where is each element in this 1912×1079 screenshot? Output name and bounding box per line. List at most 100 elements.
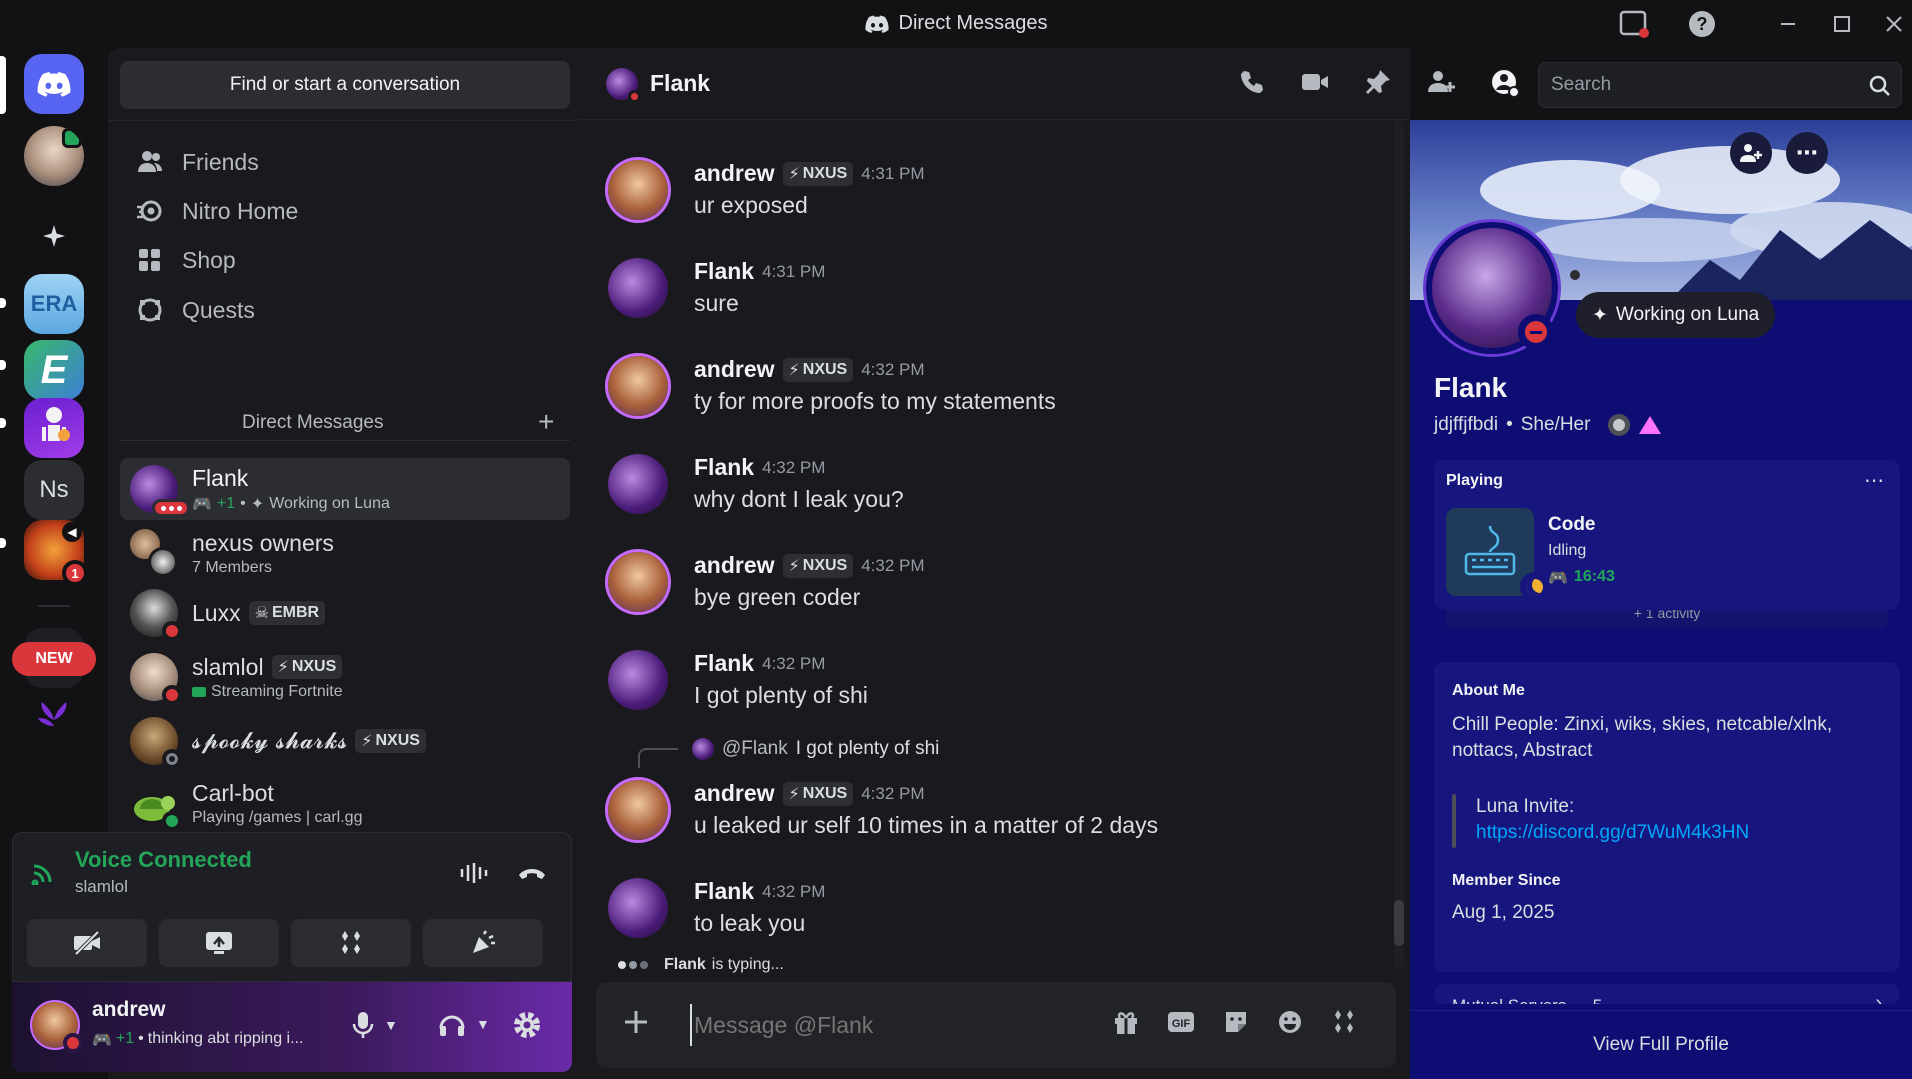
activities-button[interactable] bbox=[291, 919, 411, 967]
message-author[interactable]: Flank bbox=[694, 258, 754, 285]
search-box[interactable]: Search bbox=[1538, 62, 1902, 108]
message-author[interactable]: andrew bbox=[694, 552, 775, 579]
gift-icon[interactable] bbox=[1112, 1008, 1140, 1036]
server-fire[interactable]: ◀ 1 bbox=[24, 520, 88, 586]
emoji-icon[interactable] bbox=[1276, 1008, 1304, 1036]
sparkle-button[interactable] bbox=[24, 206, 84, 266]
dm-item-spooky-sharks[interactable]: 𝓼𝓹𝓸𝓸𝓴𝔂 𝓼𝓱𝓪𝓻𝓴𝓼 ⚡ NXUS bbox=[120, 710, 570, 772]
message-author[interactable]: Flank bbox=[694, 650, 754, 677]
attach-button[interactable] bbox=[622, 1008, 650, 1036]
dnd-status-icon bbox=[162, 621, 182, 641]
apps-icon[interactable] bbox=[1330, 1008, 1358, 1036]
message-author[interactable]: andrew bbox=[694, 356, 775, 383]
screen-share-button[interactable] bbox=[159, 919, 279, 967]
close-icon[interactable] bbox=[1876, 8, 1912, 40]
gif-icon[interactable]: GIF bbox=[1166, 1008, 1196, 1036]
home-button[interactable] bbox=[24, 54, 84, 114]
user-avatar[interactable] bbox=[30, 1000, 83, 1053]
reply-preview[interactable]: @Flank I got plenty of shi bbox=[692, 738, 939, 760]
message-avatar[interactable] bbox=[608, 454, 668, 514]
add-friend-to-dm-icon[interactable] bbox=[1426, 68, 1456, 98]
dm-name: Luxx bbox=[192, 599, 241, 626]
noise-suppression-icon[interactable] bbox=[459, 861, 491, 885]
inbox-icon[interactable] bbox=[1616, 8, 1652, 40]
voice-call-icon[interactable] bbox=[1238, 68, 1266, 98]
server-e[interactable]: E bbox=[24, 340, 84, 400]
server-era[interactable]: ERA bbox=[24, 274, 84, 334]
dm-subtext: Playing /games | carl.gg bbox=[192, 808, 363, 826]
message-avatar[interactable] bbox=[608, 650, 668, 710]
headphones-button[interactable]: ▼ bbox=[438, 1010, 490, 1038]
clan-tag: ⚡ NXUS bbox=[782, 553, 854, 578]
keyboard-icon bbox=[1464, 525, 1516, 576]
clan-tag: ⚡ NXUS bbox=[355, 729, 426, 753]
view-full-profile-button[interactable]: View Full Profile bbox=[1410, 1010, 1912, 1079]
controller-icon: 🎮 bbox=[192, 495, 212, 513]
nav-shop[interactable]: Shop bbox=[120, 234, 570, 286]
mic-button[interactable]: ▼ bbox=[352, 1010, 398, 1040]
message-input[interactable] bbox=[690, 1004, 1090, 1046]
more-options-icon[interactable]: ⋯ bbox=[1786, 132, 1828, 174]
active-pill bbox=[0, 56, 6, 114]
user-profile-icon[interactable] bbox=[1490, 68, 1520, 98]
nav-label: Friends bbox=[182, 148, 259, 175]
camera-off-button[interactable] bbox=[27, 919, 147, 967]
chevron-down-icon[interactable]: ▼ bbox=[476, 1016, 490, 1032]
message-author[interactable]: andrew bbox=[694, 160, 775, 187]
maximize-icon[interactable] bbox=[1824, 8, 1860, 40]
message-author[interactable]: Flank bbox=[694, 878, 754, 905]
activity-count: +1 bbox=[216, 494, 236, 512]
create-dm-icon[interactable]: + bbox=[538, 406, 554, 438]
server-skeleton[interactable] bbox=[24, 398, 84, 458]
minimize-icon[interactable] bbox=[1770, 8, 1806, 40]
add-friend-button[interactable] bbox=[1730, 132, 1772, 174]
dm-item-slamlol[interactable]: slamlol ⚡ NXUS Streaming Fortnite bbox=[120, 646, 570, 708]
video-call-icon[interactable] bbox=[1300, 68, 1330, 98]
discord-logo-icon bbox=[864, 15, 889, 33]
composer-toolbar: GIF bbox=[1112, 1008, 1358, 1036]
chevron-down-icon[interactable]: ▼ bbox=[384, 1017, 398, 1033]
scrollbar-track[interactable] bbox=[1394, 120, 1404, 970]
message-avatar[interactable] bbox=[608, 160, 668, 220]
profile-avatar[interactable] bbox=[1426, 222, 1558, 354]
nav-quests[interactable]: Quests bbox=[120, 284, 570, 336]
soundboard-button[interactable] bbox=[423, 919, 543, 967]
quote-bar bbox=[1452, 794, 1456, 848]
dm-item-nexus-owners[interactable]: nexus owners 7 Members bbox=[120, 522, 570, 584]
message-author[interactable]: andrew bbox=[694, 780, 775, 807]
dm-avatar-anime[interactable] bbox=[24, 126, 84, 186]
message-avatar[interactable] bbox=[608, 780, 668, 840]
nav-nitro-home[interactable]: Nitro Home bbox=[120, 185, 570, 237]
unread-pill bbox=[0, 538, 6, 548]
settings-button[interactable] bbox=[512, 1010, 542, 1040]
recipient-name[interactable]: Flank bbox=[650, 70, 710, 97]
dm-item-flank[interactable]: Flank 🎮 +1 • ✦ Working on Luna bbox=[120, 458, 570, 520]
nav-friends[interactable]: Friends bbox=[120, 136, 570, 188]
server-plant[interactable] bbox=[24, 692, 84, 752]
mutual-servers-row[interactable]: Mutual Servers — 5 › bbox=[1434, 984, 1900, 1004]
disconnect-icon[interactable] bbox=[517, 863, 547, 883]
invite-link[interactable]: https://discord.gg/d7WuM4k3HN bbox=[1476, 822, 1749, 844]
dm-item-carl-bot[interactable]: Carl-bot Playing /games | carl.gg bbox=[120, 772, 570, 834]
sticker-icon[interactable] bbox=[1222, 1008, 1250, 1036]
chat-area: Flank andrew ⚡ NXUS 4:31 PM ur exposed Flan… bbox=[578, 48, 1520, 1079]
more-activity-button[interactable]: + 1 activity bbox=[1446, 610, 1888, 628]
message-avatar[interactable] bbox=[608, 878, 668, 938]
help-icon[interactable]: ? bbox=[1684, 8, 1720, 40]
window-title-text: Direct Messages bbox=[898, 12, 1048, 34]
message-avatar[interactable] bbox=[608, 258, 668, 318]
dm-name: nexus owners bbox=[192, 529, 334, 556]
reply-mention: @Flank bbox=[722, 738, 788, 759]
activity-more-icon[interactable]: ⋯ bbox=[1864, 468, 1884, 493]
about-text: Chill People: Zinxi, wiks, skies, netcab… bbox=[1452, 714, 1833, 761]
message-avatar[interactable] bbox=[608, 552, 668, 612]
message-avatar[interactable] bbox=[608, 356, 668, 416]
find-conversation-button[interactable]: Find or start a conversation bbox=[120, 61, 570, 109]
dm-item-luxx[interactable]: Luxx ☠ EMBR bbox=[120, 582, 570, 644]
voice-channel[interactable]: slamlol bbox=[75, 877, 128, 897]
pin-icon[interactable] bbox=[1364, 68, 1392, 98]
message-author[interactable]: Flank bbox=[694, 454, 754, 481]
server-ns[interactable]: Ns bbox=[24, 460, 84, 520]
new-badge[interactable]: NEW bbox=[12, 642, 96, 676]
scrollbar-thumb[interactable] bbox=[1394, 900, 1404, 946]
